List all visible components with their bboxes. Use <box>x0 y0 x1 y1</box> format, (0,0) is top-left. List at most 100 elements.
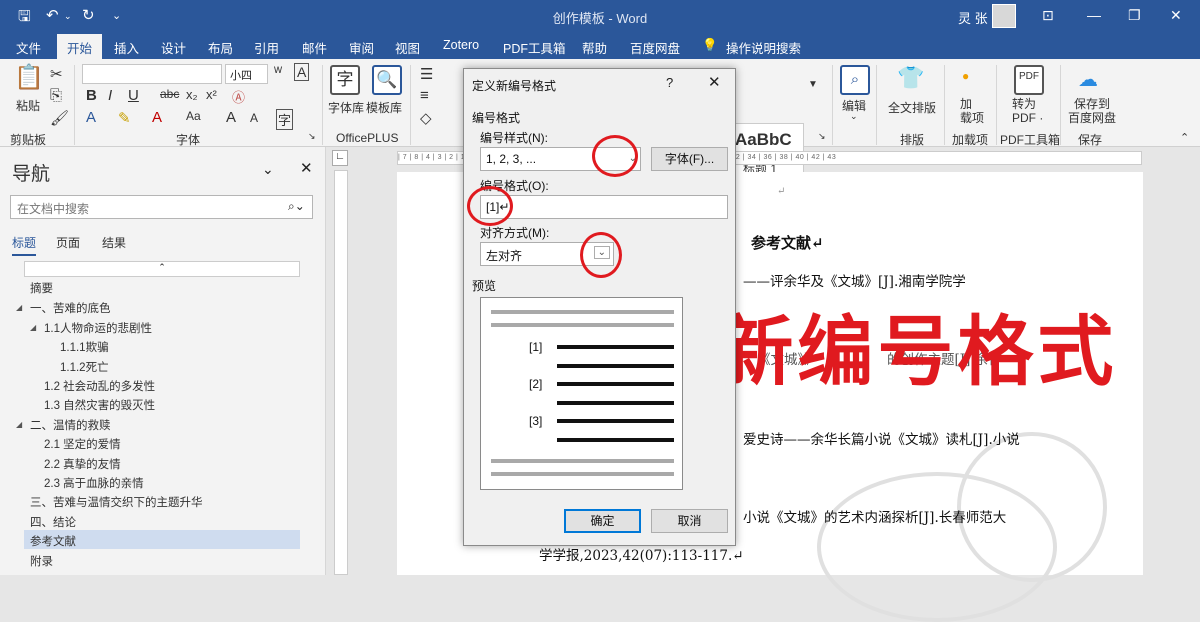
ribbon-tabs: 文件 开始 插入 设计 布局 引用 邮件 审阅 视图 Zotero PDF工具箱… <box>0 32 1200 63</box>
font-library-icon[interactable]: 字 <box>330 65 360 95</box>
tell-me-search[interactable]: 操作说明搜索 <box>726 38 801 57</box>
nav-item[interactable]: 摘要 <box>30 280 53 296</box>
nav-item[interactable]: 一、苦难的底色 <box>30 300 111 316</box>
align-icon[interactable]: ≡ <box>420 87 429 104</box>
number-format-input[interactable]: [1]↵ <box>480 195 728 219</box>
collapse-triangle-icon[interactable]: ◢ <box>30 323 36 332</box>
nav-tab-headings[interactable]: 标题 <box>12 234 37 256</box>
nav-item[interactable]: 1.1.2死亡 <box>60 359 109 375</box>
change-case-icon[interactable]: Aa <box>186 109 201 123</box>
nav-item-selected[interactable]: 参考文献 <box>30 533 76 549</box>
font-dialog-launcher-icon[interactable]: ↘ <box>308 131 316 142</box>
collapse-ribbon-icon[interactable]: ⌃ <box>1180 131 1189 144</box>
template-library-icon[interactable]: 🔍 <box>372 65 402 95</box>
cut-icon[interactable]: ✂ <box>50 65 63 83</box>
dialog-close-button[interactable]: ✕ <box>708 73 721 91</box>
styles-more-icon[interactable]: ▼ <box>808 79 818 90</box>
tab-layout[interactable]: 布局 <box>208 38 233 57</box>
tab-selector[interactable]: ∟ <box>332 150 348 166</box>
underline-icon[interactable]: U <box>128 87 139 104</box>
font-color-icon[interactable]: A <box>152 109 162 126</box>
tab-zotero[interactable]: Zotero <box>443 38 479 52</box>
tab-design[interactable]: 设计 <box>161 38 186 57</box>
search-icon[interactable]: ⌕⌄ <box>288 199 305 214</box>
font-name-box[interactable] <box>82 64 222 84</box>
paste-icon[interactable]: 📋 <box>14 65 44 95</box>
ribbon-display-icon[interactable]: ⊡ <box>1042 7 1054 24</box>
copy-icon[interactable]: ⎘ <box>50 87 62 104</box>
full-layout-button[interactable]: 全文排版 <box>888 99 936 116</box>
navigation-pane: 导航 ⌄ ✕ 在文档中搜索 ⌕⌄ 标题 页面 结果 ⌃ 摘要 ◢ 一、苦难的底色… <box>0 147 326 575</box>
paste-button[interactable]: 粘贴 <box>16 97 40 114</box>
shading-icon[interactable]: ◇ <box>420 109 432 127</box>
nav-item[interactable]: 三、苦难与温情交织下的主题升华 <box>30 494 203 510</box>
edit-dropdown-icon[interactable]: ⌄ <box>850 111 858 122</box>
tab-review[interactable]: 审阅 <box>349 38 374 57</box>
collapse-triangle-icon[interactable]: ◢ <box>16 303 22 312</box>
tab-mailings[interactable]: 邮件 <box>302 38 327 57</box>
nav-options-icon[interactable]: ⌄ <box>262 161 274 178</box>
nav-item[interactable]: 1.3 自然灾害的毁灭性 <box>44 397 155 413</box>
full-layout-icon[interactable]: 👕 <box>896 65 926 95</box>
to-pdf-button[interactable]: 转为 PDF · <box>1012 97 1043 125</box>
enclose-char-icon[interactable]: 字 <box>276 109 294 130</box>
strikethrough-icon[interactable]: abc <box>160 87 179 101</box>
format-painter-icon[interactable]: 🖌 <box>50 109 69 127</box>
font-button[interactable]: 字体(F)... <box>651 147 728 171</box>
styles-dialog-launcher-icon[interactable]: ↘ <box>818 131 826 142</box>
nav-item[interactable]: 2.2 真挚的友情 <box>44 456 121 472</box>
preview-number: [1] <box>529 340 543 354</box>
phonetic-guide-icon[interactable]: ᵂ <box>274 64 282 79</box>
bullets-icon[interactable]: ☰ <box>420 65 433 83</box>
nav-item[interactable]: 四、结论 <box>30 514 76 530</box>
collapse-triangle-icon[interactable]: ◢ <box>16 420 22 429</box>
pdf-icon[interactable]: PDF <box>1014 65 1044 95</box>
nav-item[interactable]: 2.3 高于血脉的亲情 <box>44 475 144 491</box>
shrink-font-icon[interactable]: A <box>250 111 258 125</box>
italic-icon[interactable]: I <box>108 87 112 104</box>
font-library-button[interactable]: 字体库 <box>328 99 364 116</box>
bold-icon[interactable]: B <box>86 87 97 104</box>
tab-file[interactable]: 文件 <box>16 38 41 57</box>
grow-font-icon[interactable]: A <box>226 109 236 126</box>
nav-tab-pages[interactable]: 页面 <box>56 234 80 251</box>
addins-icon[interactable]: ● <box>962 69 969 83</box>
nav-search-input[interactable]: 在文档中搜索 <box>10 195 313 219</box>
nav-item[interactable]: 2.1 坚定的爱情 <box>44 436 121 452</box>
char-border-icon[interactable]: A <box>294 63 310 81</box>
nav-item[interactable]: 1.2 社会动乱的多发性 <box>44 378 155 394</box>
text-effects-icon[interactable]: Ⓐ <box>232 87 245 106</box>
nav-close-icon[interactable]: ✕ <box>300 159 313 177</box>
save-baidu-button[interactable]: 保存到 百度网盘 <box>1068 97 1116 125</box>
cancel-button[interactable]: 取消 <box>651 509 728 533</box>
font-size-box[interactable]: 小四 <box>225 64 268 84</box>
tab-help[interactable]: 帮助 <box>582 38 607 57</box>
nav-scroll-up[interactable]: ⌃ <box>24 261 300 277</box>
user-name[interactable]: 灵 张 <box>958 8 988 27</box>
nav-item[interactable]: 二、温情的救赎 <box>30 417 111 433</box>
vertical-ruler[interactable] <box>334 170 348 575</box>
avatar[interactable] <box>992 4 1016 28</box>
highlight-icon[interactable]: ✎ <box>118 109 131 127</box>
minimize-icon[interactable]: — <box>1087 7 1101 23</box>
help-button[interactable]: ? <box>666 75 673 90</box>
tab-baidu[interactable]: 百度网盘 <box>630 38 680 57</box>
addins-button[interactable]: 加 载项 <box>960 97 984 125</box>
text-effect-icon[interactable]: A <box>86 109 96 126</box>
subscript-icon[interactable]: x₂ <box>186 87 198 102</box>
edit-search-icon[interactable]: ⌕ <box>840 65 870 95</box>
nav-item[interactable]: 1.1人物命运的悲剧性 <box>44 320 152 336</box>
close-icon[interactable]: ✕ <box>1170 7 1182 24</box>
baidu-cloud-icon[interactable]: ☁ <box>1078 67 1098 92</box>
tab-pdf-toolbox[interactable]: PDF工具箱 <box>503 38 566 57</box>
tab-references[interactable]: 引用 <box>254 38 279 57</box>
nav-item[interactable]: 附录 <box>30 553 53 569</box>
maximize-icon[interactable]: ❐ <box>1128 7 1141 24</box>
tab-view[interactable]: 视图 <box>395 38 420 57</box>
nav-item[interactable]: 1.1.1欺骗 <box>60 339 109 355</box>
tab-insert[interactable]: 插入 <box>114 38 139 57</box>
ok-button[interactable]: 确定 <box>564 509 641 533</box>
template-library-button[interactable]: 模板库 <box>366 99 402 116</box>
superscript-icon[interactable]: x² <box>206 87 217 102</box>
nav-tab-results[interactable]: 结果 <box>102 234 126 251</box>
